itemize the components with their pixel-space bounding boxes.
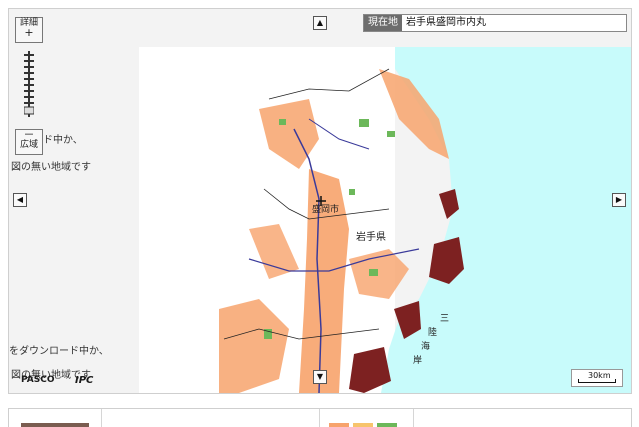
- coast-label-char: 陸: [428, 328, 438, 338]
- legend-swatch: [329, 423, 349, 427]
- current-location: 現在地 岩手県盛岡市内丸: [363, 14, 627, 32]
- map-canvas[interactable]: [9, 9, 631, 393]
- zoom-slider[interactable]: [24, 51, 34, 117]
- pan-down-button[interactable]: ▼: [313, 370, 327, 384]
- scale-bar: 30km: [571, 369, 623, 387]
- arrow-left-icon: ◀: [16, 195, 24, 204]
- prefecture-label: 岩手県: [356, 232, 386, 243]
- coast-label-char: 海: [421, 342, 431, 352]
- minus-icon: －: [23, 128, 35, 141]
- plus-icon: +: [24, 26, 34, 39]
- legend-swatch: [21, 423, 89, 427]
- legend: [8, 408, 632, 427]
- zoom-in-button[interactable]: 詳細 +: [15, 17, 43, 43]
- zoom-out-button[interactable]: － 広域: [15, 129, 43, 155]
- coast-label-char: 岸: [413, 356, 423, 366]
- forest-patch: [349, 189, 355, 195]
- arrow-up-icon: ▲: [316, 18, 324, 27]
- arrow-right-icon: ▶: [615, 195, 623, 204]
- forest-patch: [279, 119, 286, 125]
- forest-patch: [359, 119, 369, 127]
- coast-label-char: 三: [440, 314, 450, 324]
- pasco-logo: PASCO: [21, 375, 55, 385]
- pan-up-button[interactable]: ▲: [313, 16, 327, 30]
- legend-cell: [319, 409, 414, 427]
- location-value: 岩手県盛岡市内丸: [406, 17, 486, 28]
- zoom-control: 詳細 + － 広域: [15, 17, 43, 157]
- legend-cell: [9, 409, 102, 427]
- forest-patch: [387, 131, 395, 137]
- legend-swatch: [353, 423, 373, 427]
- pan-right-button[interactable]: ▶: [612, 193, 626, 207]
- zoom-out-label: 広域: [19, 140, 38, 150]
- scale-line: [578, 379, 616, 383]
- location-label: 現在地: [364, 15, 402, 31]
- arrow-down-icon: ▼: [316, 372, 324, 381]
- legend-swatch: [377, 423, 397, 427]
- map-viewport[interactable]: ロード中か、 図の無い地域です をダウンロード中か、 図の無い地域です 盛岡市 …: [8, 8, 632, 394]
- status-message: をダウンロード中か、: [9, 346, 109, 357]
- pan-left-button[interactable]: ◀: [13, 193, 27, 207]
- ipc-logo: IPC: [75, 375, 94, 386]
- legend-cell: [101, 409, 320, 427]
- status-message: 図の無い地域です: [11, 162, 91, 173]
- forest-patch: [369, 269, 378, 276]
- slider-thumb: [24, 106, 34, 115]
- city-label: 盛岡市: [312, 205, 340, 215]
